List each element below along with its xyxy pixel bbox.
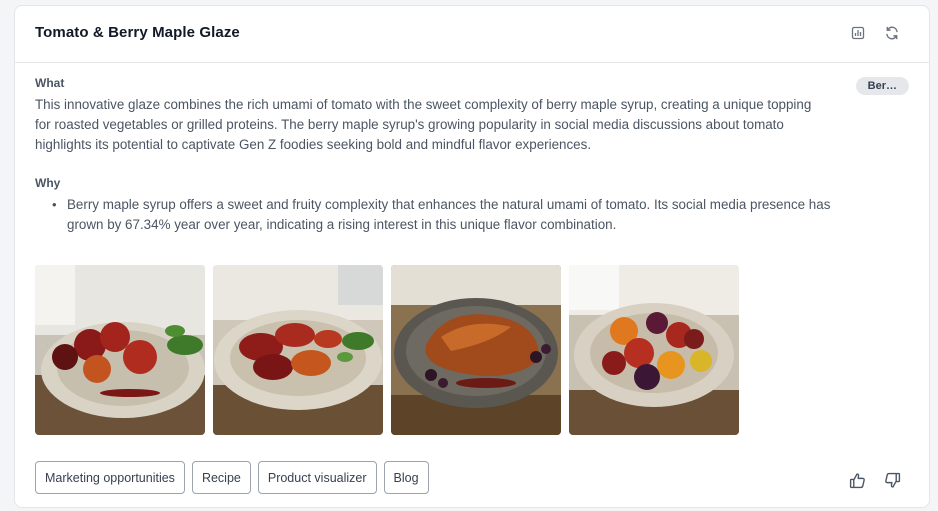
dish-image[interactable] [213,265,383,435]
card-header: Tomato & Berry Maple Glaze [15,6,929,63]
why-bullet: • Berry maple syrup offers a sweet and f… [49,195,849,235]
why-bullet-text: Berry maple syrup offers a sweet and fru… [67,197,831,232]
action-chips: Marketing opportunities Recipe Product v… [35,461,429,494]
card-title: Tomato & Berry Maple Glaze [35,24,240,41]
refresh-icon[interactable] [883,24,901,42]
chart-icon[interactable] [849,24,867,42]
bullet-dot: • [52,197,57,212]
thumbs-up-icon[interactable] [849,472,867,490]
thumbs-down-icon[interactable] [884,472,902,490]
ingredient-tag[interactable]: Ber… [855,77,909,95]
dish-image[interactable] [569,265,739,435]
why-label: Why [35,176,61,190]
chip-blog[interactable]: Blog [383,461,429,494]
dish-image[interactable] [391,265,561,435]
idea-card: Tomato & Berry Maple Glaze Ber… What Thi… [14,5,930,508]
chip-recipe[interactable]: Recipe [191,461,251,494]
chip-product-visualizer[interactable]: Product visualizer [257,461,377,494]
image-gallery [35,265,739,435]
what-label: What [35,76,65,90]
what-text: This innovative glaze combines the rich … [35,97,812,152]
dish-image[interactable] [35,265,205,435]
chip-marketing-opportunities[interactable]: Marketing opportunities [35,461,185,494]
